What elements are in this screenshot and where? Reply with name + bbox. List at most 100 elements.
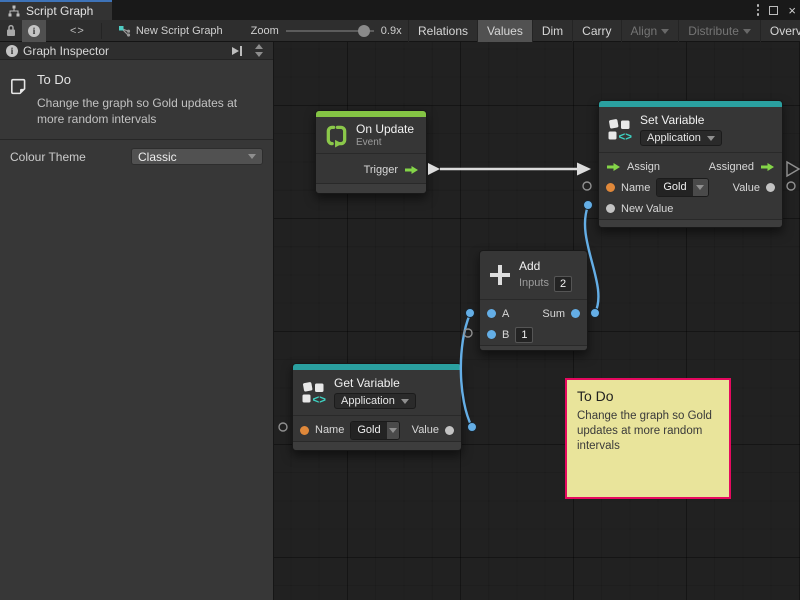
window-controls: ×	[757, 0, 796, 20]
value-output-port[interactable]	[766, 183, 775, 192]
unconnected-port-value[interactable]	[787, 182, 795, 190]
value-connection-gold-to-a[interactable]	[461, 314, 472, 427]
relations-button[interactable]: Relations	[408, 20, 477, 42]
sticky-note[interactable]: To Do Change the graph so Gold updates a…	[565, 378, 731, 499]
value-port-label: Value	[733, 182, 760, 194]
node-footer	[316, 184, 426, 193]
svg-text:<>: <>	[313, 394, 327, 406]
chevron-down-icon	[389, 428, 397, 433]
port-row-name: Name Gold Value	[293, 419, 461, 441]
graph-asset-icon	[118, 25, 131, 37]
unconnected-port-name[interactable]	[279, 423, 287, 431]
name-input-port[interactable]	[606, 183, 615, 192]
connected-port-dot[interactable]	[584, 201, 593, 210]
name-port-label: Name	[621, 182, 650, 194]
graph-toolbar: i <> New Script Graph Zoom 0.9x Relation…	[0, 20, 800, 42]
zoom-label: Zoom	[251, 25, 279, 37]
inputs-count-field[interactable]: 2	[554, 276, 572, 292]
variable-scope-dropdown[interactable]: Application	[334, 393, 416, 409]
a-input-port[interactable]	[487, 309, 496, 318]
trigger-output-port[interactable]	[428, 163, 440, 175]
align-button[interactable]: Align	[621, 20, 679, 42]
close-icon[interactable]: ×	[788, 4, 796, 17]
toolbar-separator	[101, 23, 102, 39]
svg-text:<>: <>	[619, 131, 633, 143]
chevron-down-icon	[248, 154, 256, 159]
toolbar-buttons: Relations Values Dim Carry Align Distrib…	[408, 20, 800, 42]
values-button[interactable]: Values	[477, 20, 532, 42]
unconnected-port-b[interactable]	[464, 329, 472, 337]
assigned-port-label: Assigned	[709, 161, 754, 173]
connected-port-dot[interactable]	[466, 309, 475, 318]
zoom-value: 0.9x	[381, 25, 402, 37]
tab-title: Script Graph	[26, 4, 93, 18]
graph-inspector-panel: i Graph Inspector To Do Change the graph…	[0, 42, 274, 600]
b-value-field[interactable]: 1	[515, 327, 533, 343]
sum-output-port[interactable]	[571, 309, 580, 318]
variable-name-dropdown[interactable]: Gold	[656, 178, 708, 197]
variable-scope-dropdown[interactable]: Application	[640, 130, 722, 146]
overview-button[interactable]: Overview	[760, 20, 800, 42]
value-port-label: Value	[412, 424, 439, 436]
node-footer	[599, 220, 782, 228]
inputs-label: Inputs	[519, 277, 549, 290]
trigger-port-label: Trigger	[364, 164, 398, 176]
tab-script-graph[interactable]: Script Graph	[0, 0, 112, 20]
scroll-up-icon[interactable]	[255, 44, 263, 49]
chevron-down-icon	[661, 29, 669, 34]
value-output-port[interactable]	[445, 426, 454, 435]
dim-button[interactable]: Dim	[532, 20, 572, 42]
new-value-input-port[interactable]	[606, 204, 615, 213]
scroll-down-icon[interactable]	[255, 52, 263, 57]
lock-button[interactable]	[0, 20, 22, 42]
distribute-button[interactable]: Distribute	[678, 20, 760, 42]
dock-panel-icon[interactable]	[232, 46, 242, 56]
add-icon	[488, 263, 512, 287]
connected-port-dot[interactable]	[591, 309, 600, 318]
chevron-down-icon	[707, 136, 715, 141]
graph-inspector-title: Graph Inspector	[23, 44, 109, 58]
a-port-label: A	[502, 308, 509, 320]
colour-theme-dropdown[interactable]: Classic	[131, 148, 263, 165]
more-options-icon[interactable]	[757, 4, 760, 16]
node-set-variable[interactable]: <> Set Variable Application	[598, 100, 783, 228]
port-row-trigger: Trigger	[316, 157, 426, 183]
node-title: Add	[519, 259, 572, 274]
todo-text: Change the graph so Gold updates at more…	[37, 95, 265, 127]
inspector-toggle-button[interactable]: i	[22, 20, 46, 42]
zoom-slider-handle[interactable]	[358, 25, 370, 37]
graph-inspector-header: i Graph Inspector	[0, 42, 273, 60]
node-on-update[interactable]: On Update Event Trigger	[315, 110, 427, 194]
sticky-note-icon	[10, 70, 27, 104]
node-footer	[480, 346, 587, 351]
chevron-down-icon	[401, 399, 409, 404]
panel-scroll-spinner	[251, 44, 267, 57]
node-get-variable[interactable]: <> Get Variable Application Name	[292, 363, 462, 451]
zoom-slider[interactable]	[286, 25, 374, 37]
flow-output-port[interactable]	[760, 162, 775, 172]
lock-icon	[6, 24, 16, 37]
flow-input-port[interactable]	[606, 162, 621, 172]
inspector-todo-section: To Do Change the graph so Gold updates a…	[0, 60, 273, 139]
graph-canvas[interactable]: On Update Event Trigger	[274, 42, 800, 600]
node-title: On Update	[356, 122, 414, 137]
unconnected-port-name[interactable]	[583, 182, 591, 190]
on-update-icon	[324, 123, 349, 148]
code-view-button[interactable]: <>	[64, 20, 91, 42]
port-row-new-value: New Value	[599, 198, 782, 219]
name-input-port[interactable]	[300, 426, 309, 435]
chevron-down-icon	[743, 29, 751, 34]
node-add[interactable]: Add Inputs 2 A Sum	[479, 250, 588, 351]
new-script-graph-button[interactable]: New Script Graph	[112, 20, 229, 42]
variable-name-dropdown[interactable]: Gold	[350, 421, 399, 440]
b-input-port[interactable]	[487, 330, 496, 339]
node-footer	[293, 442, 461, 451]
carry-button[interactable]: Carry	[572, 20, 620, 42]
unconnected-port-assigned[interactable]	[787, 162, 799, 176]
flow-output-port[interactable]	[404, 165, 419, 175]
maximize-icon[interactable]	[769, 6, 778, 15]
connected-port-dot[interactable]	[468, 423, 477, 432]
sum-port-label: Sum	[542, 308, 565, 320]
b-port-label: B	[502, 329, 509, 341]
sticky-note-title: To Do	[577, 388, 719, 404]
